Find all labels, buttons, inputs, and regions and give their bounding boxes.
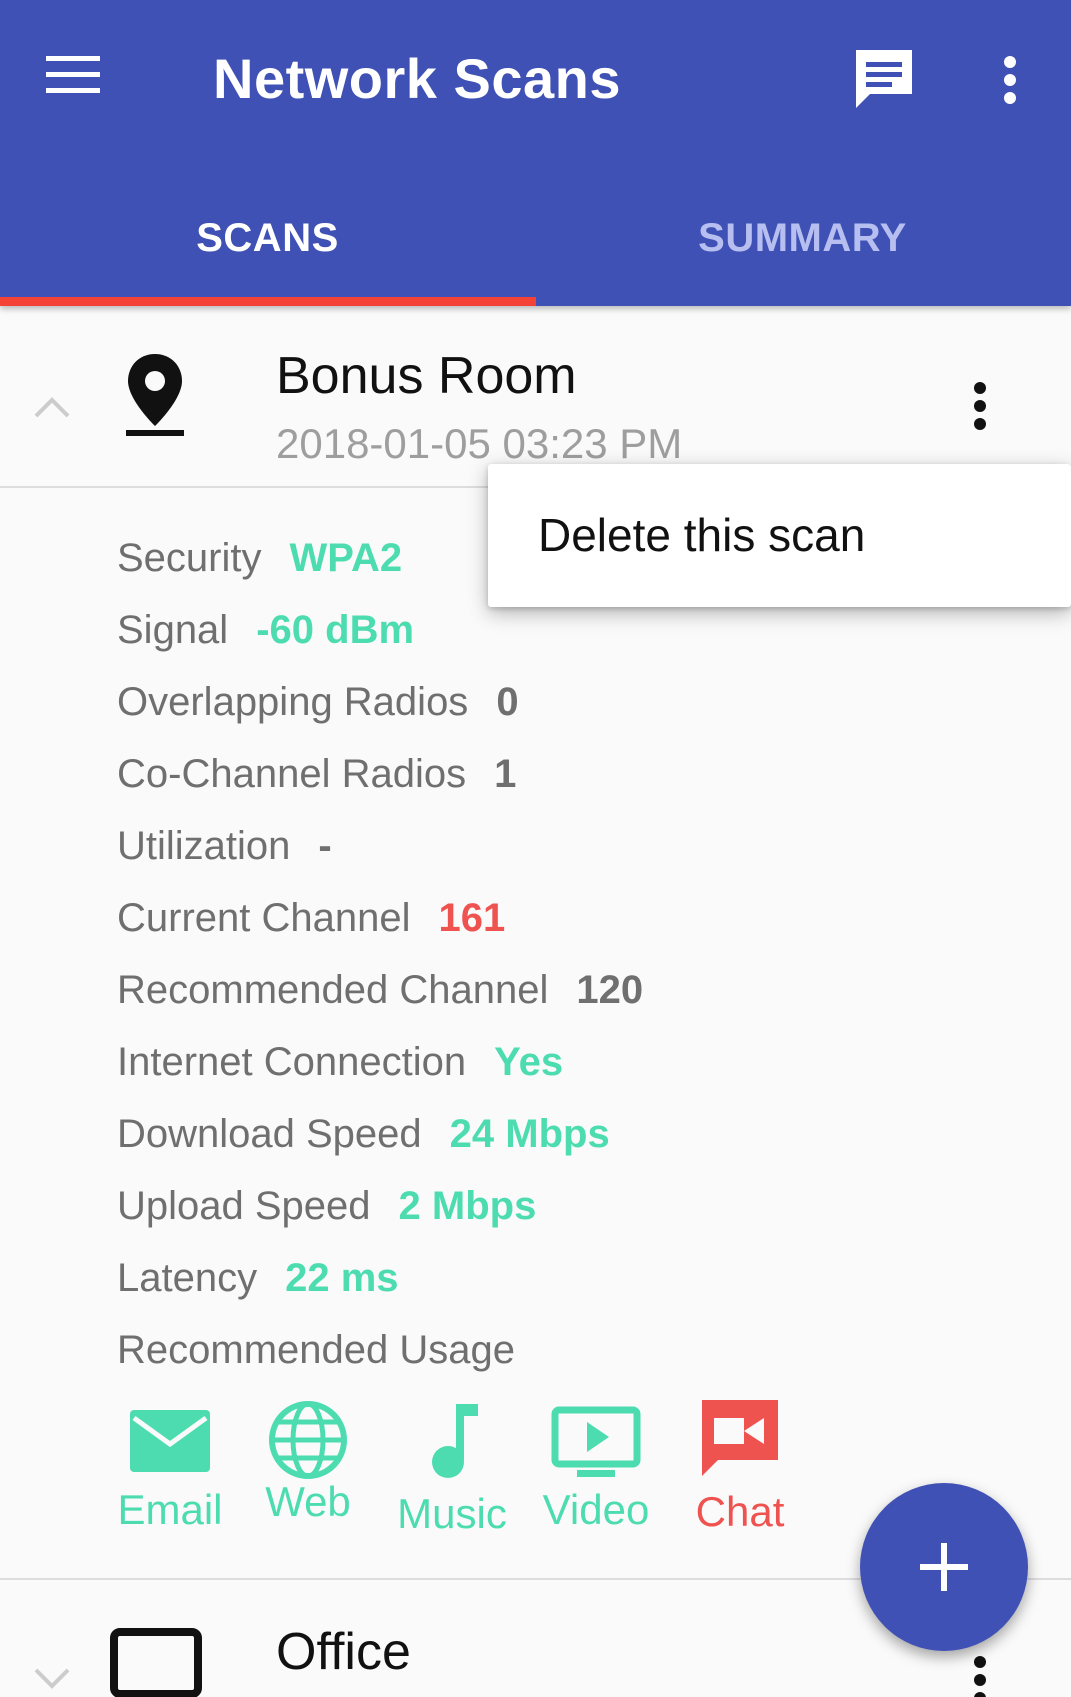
detail-row-upload-speed: Upload Speed 2 Mbps [117, 1178, 643, 1250]
usage-label: Chat [695, 1488, 785, 1535]
scan-date: 2018-01-05 03:23 PM [276, 420, 683, 467]
detail-label: Upload Speed [117, 1184, 371, 1228]
detail-row-download-speed: Download Speed 24 Mbps [117, 1106, 643, 1178]
detail-value: 161 [438, 896, 506, 940]
detail-row-recommended-usage: Recommended Usage [117, 1322, 643, 1394]
detail-row-latency: Latency 22 ms [117, 1250, 643, 1322]
more-vert-icon[interactable] [960, 366, 1000, 446]
detail-value: 22 ms [285, 1256, 399, 1300]
location-pin-icon [120, 350, 190, 438]
detail-label: Download Speed [117, 1112, 422, 1156]
detail-value: Yes [494, 1040, 564, 1084]
scan-name: Bonus Room [276, 347, 577, 405]
usage-web: Web [238, 1400, 378, 1526]
email-icon [130, 1410, 210, 1472]
recommended-usage: Email Web Music Video Chat [100, 1400, 800, 1560]
usage-label: Video [542, 1486, 650, 1533]
detail-label: Security [117, 536, 262, 580]
detail-label: Signal [117, 608, 229, 652]
more-vert-icon[interactable] [960, 1640, 1000, 1697]
tab-scans[interactable]: SCANS [0, 196, 535, 306]
detail-label: Internet Connection [117, 1040, 467, 1084]
detail-value: 0 [496, 680, 519, 724]
hamburger-menu-icon[interactable] [40, 50, 120, 110]
app-bar: Network Scans SCANS SUMMARY [0, 0, 1071, 306]
usage-label: Email [117, 1486, 223, 1533]
tab-indicator [0, 297, 536, 306]
detail-value: WPA2 [289, 536, 403, 580]
detail-value: -60 dBm [256, 608, 415, 652]
usage-label: Web [265, 1478, 351, 1525]
more-vert-icon[interactable] [985, 44, 1035, 116]
detail-label: Current Channel [117, 896, 411, 940]
delete-scan-menu-item[interactable]: Delete this scan [538, 508, 865, 562]
detail-value: 24 Mbps [449, 1112, 610, 1156]
detail-value: - [318, 824, 332, 868]
detail-label: Co-Channel Radios [117, 752, 467, 796]
globe-icon [269, 1401, 347, 1479]
usage-label: Music [397, 1490, 507, 1537]
chevron-up-icon[interactable] [30, 386, 74, 430]
scan-name: Office [276, 1623, 411, 1681]
detail-value: 1 [494, 752, 517, 796]
video-icon [551, 1406, 641, 1477]
scan-header-bonus-room[interactable]: Bonus Room 2018-01-05 03:23 PM [0, 306, 1071, 488]
detail-label: Overlapping Radios [117, 680, 469, 724]
detail-row-co-channel-radios: Co-Channel Radios 1 [117, 746, 643, 818]
detail-value: 2 Mbps [398, 1184, 537, 1228]
usage-music: Music [382, 1400, 522, 1538]
detail-label: Recommended Channel [117, 968, 549, 1012]
overflow-menu: Delete this scan [488, 464, 1071, 607]
detail-value: 120 [576, 968, 644, 1012]
detail-label: Latency [117, 1256, 258, 1300]
detail-row-overlapping-radios: Overlapping Radios 0 [117, 674, 643, 746]
detail-row-current-channel: Current Channel 161 [117, 890, 643, 962]
page-title: Network Scans [213, 47, 621, 110]
usage-email: Email [100, 1400, 240, 1534]
scan-details: Security WPA2 Signal -60 dBm Overlapping R… [117, 530, 643, 1394]
usage-video: Video [526, 1400, 666, 1534]
video-chat-icon [702, 1400, 778, 1476]
monitor-icon [108, 1626, 204, 1697]
add-scan-button[interactable] [860, 1483, 1028, 1651]
detail-row-signal: Signal -60 dBm [117, 602, 643, 674]
detail-row-recommended-channel: Recommended Channel 120 [117, 962, 643, 1034]
detail-row-utilization: Utilization - [117, 818, 643, 890]
music-note-icon [432, 1404, 478, 1478]
chevron-down-icon[interactable] [30, 1656, 74, 1697]
usage-chat: Chat [670, 1400, 810, 1536]
detail-label: Utilization [117, 824, 291, 868]
plus-icon [920, 1543, 968, 1591]
recommended-usage-label: Recommended Usage [117, 1328, 515, 1372]
message-icon[interactable] [848, 44, 920, 116]
detail-row-internet-connection: Internet Connection Yes [117, 1034, 643, 1106]
tab-summary[interactable]: SUMMARY [535, 196, 1070, 306]
